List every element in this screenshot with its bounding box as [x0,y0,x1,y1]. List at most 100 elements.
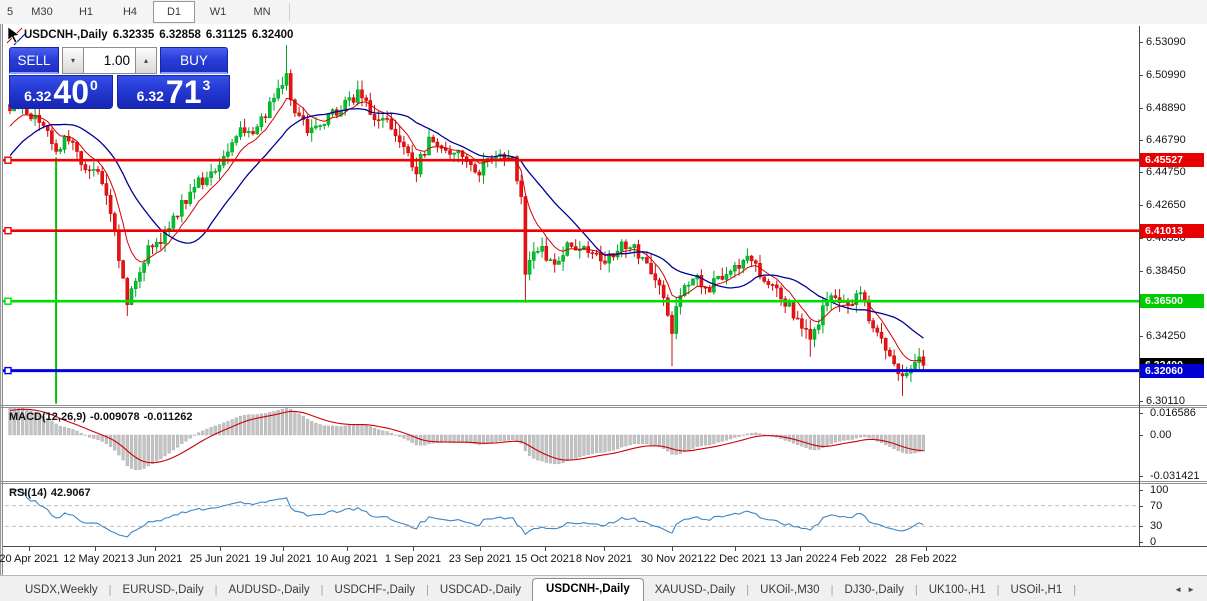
date-label: 25 Jun 2021 [189,553,251,565]
macd-value-main: -0.009078 [90,411,140,423]
macd-axis-label: 0.016586 [1150,407,1196,420]
date-tick [95,547,96,551]
axis-tick [1139,140,1143,141]
price-axis-label: 6.46790 [1146,134,1186,147]
symbol-tab-dj30[interactable]: DJ30-,Daily [833,580,914,601]
buy-price-prefix: 6.32 [136,88,164,104]
pane-splitter[interactable] [0,405,1207,406]
symbol-tab-usdx[interactable]: USDX,Weekly [14,580,109,601]
tab-scroll-left-icon[interactable]: ◄ [1174,585,1187,594]
date-label: 3 Jun 2021 [127,553,183,565]
timeframe-button-d1[interactable]: D1 [153,1,195,23]
axis-tick [1139,238,1143,239]
price-axis-label: 6.34250 [1146,330,1186,343]
timeframe-toolbar: 5 M30 H1 H4 D1 W1 MN [0,0,1207,25]
price-axis-label: 6.42650 [1146,199,1186,212]
date-tick [220,547,221,551]
price-axis-label: 6.53090 [1146,36,1186,48]
volume-decrease-button[interactable]: ▾ [62,47,84,74]
time-axis-line [3,546,1207,547]
volume-input[interactable]: 1.00 [84,47,135,74]
symbol-tab-eurusd[interactable]: EURUSD-,Daily [112,580,215,601]
date-tick [800,547,801,551]
date-label: 15 Oct 2021 [515,553,575,565]
axis-tick [1139,75,1143,76]
sell-button[interactable]: SELL [9,47,59,74]
price-axis-label: 6.48890 [1146,101,1186,114]
macd-value-signal: -0.011262 [143,411,193,423]
timeframe-button-5[interactable]: 5 [1,1,19,23]
timeframe-button-w1[interactable]: W1 [197,1,239,23]
rsi-value: 42.9067 [50,487,91,499]
date-label: 12 May 2021 [63,553,127,565]
line-price-badge: 6.41013 [1140,223,1204,238]
buy-price-big: 71 [165,74,202,110]
date-tick [859,547,860,551]
line-price-badge: 6.32060 [1140,363,1204,378]
buy-button[interactable]: BUY [160,47,228,74]
axis-tick [1139,205,1143,206]
date-label: 1 Sep 2021 [384,553,442,565]
pane-splitter[interactable] [0,407,1207,408]
price-axis-label: 6.50990 [1146,68,1186,81]
axis-tick [1139,542,1143,543]
date-label: 13 Jan 2022 [769,553,831,565]
sell-price-display[interactable]: 6.32 40 0 [9,75,113,109]
rsi-indicator-canvas[interactable] [3,484,1139,546]
date-label: 23 Sep 2021 [448,553,512,565]
axis-tick [1139,172,1143,173]
timeframe-button-m30[interactable]: M30 [21,1,63,23]
sell-price-prefix: 6.32 [24,88,52,104]
toolbar-separator [289,3,290,21]
axis-tick [1139,42,1143,43]
date-tick [480,547,481,551]
date-label: 20 Apr 2021 [0,553,59,565]
timeframe-button-h4[interactable]: H4 [109,1,151,23]
line-price-badge: 6.36500 [1140,294,1204,309]
axis-tick [1139,435,1143,436]
timeframe-button-mn[interactable]: MN [241,1,283,23]
axis-tick [1139,413,1143,414]
symbol-tabbar: USDX,Weekly | EURUSD-,Daily | AUDUSD-,Daily |… [0,575,1207,601]
rsi-axis-label: 0 [1150,536,1157,548]
macd-axis-label: 0.00 [1150,429,1172,441]
date-tick [735,547,736,551]
macd-label: MACD(12,26,9) -0.009078 -0.011262 [9,411,197,423]
volume-increase-button[interactable]: ▴ [135,47,157,74]
macd-axis-label: -0.031421 [1150,470,1200,483]
cursor-arrow-icon [6,26,26,46]
tab-scroll-right-icon[interactable]: ► [1187,585,1200,594]
date-tick [926,547,927,551]
tab-scroll-arrows: ◄► [1174,585,1200,594]
date-label: 4 Feb 2022 [831,553,887,565]
axis-tick [1139,476,1143,477]
axis-tick [1139,401,1143,402]
axis-tick [1139,506,1143,507]
symbol-tab-usdchf[interactable]: USDCHF-,Daily [324,580,427,601]
symbol-tab-uk100[interactable]: UK100-,H1 [918,580,997,601]
buy-price-display[interactable]: 6.32 71 3 [117,75,230,109]
pane-splitter[interactable] [0,481,1207,482]
symbol-tab-usoil[interactable]: USOil-,H1 [999,580,1073,601]
symbol-tab-xauusd[interactable]: XAUUSD-,Daily [644,580,747,601]
date-label: 8 Nov 2021 [575,553,633,565]
date-label: 19 Jul 2021 [254,553,312,565]
rsi-name: RSI(14) [9,487,47,499]
one-click-trading-panel: SELL ▾ 1.00 ▴ BUY 6.32 40 0 6.32 71 3 [9,47,234,109]
price-axis-label: 6.44750 [1146,166,1186,179]
chevron-down-icon: ▾ [70,56,75,65]
date-tick [155,547,156,551]
date-tick [283,547,284,551]
line-price-badge: 6.45527 [1140,153,1204,168]
date-label: 30 Nov 2021 [640,553,704,565]
date-tick [604,547,605,551]
symbol-tab-ukoil[interactable]: UKOil-,M30 [749,580,830,601]
symbol-tab-usdcad[interactable]: USDCAD-,Daily [429,580,532,601]
pane-splitter[interactable] [0,483,1207,484]
sell-price-big: 40 [53,74,90,110]
symbol-tab-usdcnh[interactable]: USDCNH-,Daily [532,578,644,601]
timeframe-button-h1[interactable]: H1 [65,1,107,23]
symbol-tab-audusd[interactable]: AUDUSD-,Daily [218,580,321,601]
buy-price-sup: 3 [202,77,211,93]
sell-price-sup: 0 [90,77,98,93]
